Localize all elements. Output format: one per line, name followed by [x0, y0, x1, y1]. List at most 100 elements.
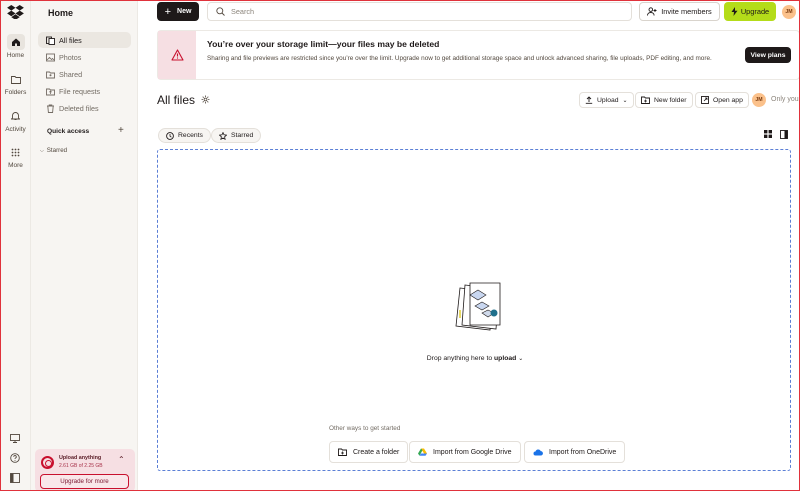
dropbox-logo-icon[interactable]	[7, 5, 24, 19]
invite-members-label: Invite members	[661, 7, 712, 16]
warning-icon	[170, 49, 184, 61]
external-link-icon	[701, 96, 709, 104]
dropzone-prefix: Drop anything here to	[426, 355, 493, 362]
new-button-label: New	[177, 8, 192, 15]
create-folder-label: Create a folder	[353, 448, 400, 456]
rail-item-home[interactable]: Home	[0, 34, 31, 59]
sidebar-item-label: Photos	[59, 52, 82, 62]
storage-limit-banner: You’re over your storage limit—your file…	[157, 30, 800, 80]
banner-body: Sharing and file previews are restricted…	[207, 55, 712, 62]
rail-item-label: More	[8, 162, 23, 169]
new-folder-icon	[338, 448, 347, 456]
nav-rail: Home Folders Activity More	[0, 0, 31, 491]
upload-dropzone[interactable]: Drop anything here to upload ⌄ Other way…	[157, 149, 791, 471]
add-person-icon	[647, 7, 657, 16]
open-app-button[interactable]: Open app	[695, 92, 749, 108]
other-ways-heading: Other ways to get started	[329, 425, 401, 432]
files-illustration-icon	[455, 282, 501, 331]
chevron-down-icon: ⌄	[622, 97, 628, 104]
rail-item-label: Activity	[5, 126, 26, 133]
create-folder-button[interactable]: Create a folder	[329, 441, 409, 463]
page-title: All files	[157, 93, 196, 107]
dropzone-text: Drop anything here to upload ⌄	[158, 355, 792, 362]
upgrade-card-title: Upload anything	[59, 455, 102, 461]
import-onedrive-label: Import from OneDrive	[549, 448, 617, 456]
grid-view-icon[interactable]	[762, 128, 774, 140]
search-input[interactable]	[231, 7, 611, 16]
chevron-down-icon: ⌄	[518, 356, 524, 362]
upload-icon	[585, 96, 593, 104]
banner-title: You’re over your storage limit—your file…	[207, 39, 440, 49]
sidebar-item-all-files[interactable]: All files	[38, 32, 131, 48]
upload-button[interactable]: Upload ⌄	[579, 92, 634, 108]
photo-icon	[45, 52, 55, 62]
import-onedrive-button[interactable]: Import from OneDrive	[524, 441, 626, 463]
home-icon	[6, 34, 25, 50]
sidebar-item-label: File requests	[59, 86, 101, 96]
upload-label: Upload	[597, 96, 619, 104]
quick-access-heading: Quick access	[47, 128, 90, 135]
sharing-status: Only you	[771, 96, 799, 103]
storage-usage-icon	[41, 456, 54, 469]
add-quick-access-icon[interactable]: +	[118, 125, 124, 136]
chevron-up-icon[interactable]: ⌃	[118, 455, 125, 464]
clock-icon	[166, 131, 174, 140]
tab-label: Recents	[178, 132, 203, 139]
plus-icon: +	[164, 5, 172, 18]
search-icon	[216, 7, 225, 16]
new-button[interactable]: + New	[157, 2, 199, 21]
files-icon	[45, 35, 55, 45]
info-panel-icon[interactable]	[778, 128, 790, 140]
gear-icon[interactable]	[201, 95, 210, 104]
account-avatar[interactable]: JM	[782, 5, 796, 19]
sidebar-item-label: All files	[59, 35, 82, 45]
sidebar-item-photos[interactable]: Photos	[38, 49, 131, 65]
rail-item-label: Home	[6, 52, 25, 59]
view-plans-button[interactable]: View plans	[745, 47, 791, 63]
shared-icon	[45, 69, 55, 79]
search-bar[interactable]	[207, 2, 632, 21]
rail-item-activity[interactable]: Activity	[0, 108, 31, 133]
upgrade-card: Upload anything 2.61 GB of 2.25 GB ⌃ Upg…	[35, 449, 135, 491]
trash-icon	[45, 103, 55, 113]
storage-usage-text: 2.61 GB of 2.25 GB	[59, 463, 103, 469]
new-folder-label: New folder	[654, 96, 687, 104]
folder-icon	[7, 71, 25, 87]
grid-icon	[7, 144, 25, 160]
import-google-drive-button[interactable]: Import from Google Drive	[409, 441, 521, 463]
help-icon[interactable]	[8, 451, 22, 465]
desktop-app-icon[interactable]	[8, 431, 22, 445]
rail-item-more[interactable]: More	[0, 144, 31, 169]
bell-icon	[7, 108, 25, 124]
import-google-drive-label: Import from Google Drive	[433, 448, 512, 456]
sidebar-title: Home	[48, 8, 74, 18]
sidebar-item-deleted-files[interactable]: Deleted files	[38, 100, 131, 116]
star-icon	[219, 131, 227, 140]
member-avatar[interactable]: JM	[752, 93, 766, 107]
collapse-sidebar-icon[interactable]	[8, 471, 22, 485]
file-request-icon	[45, 86, 55, 96]
new-folder-icon	[641, 96, 650, 104]
invite-members-button[interactable]: Invite members	[639, 2, 720, 21]
upgrade-label: Upgrade	[740, 7, 770, 16]
sidebar-item-file-requests[interactable]: File requests	[38, 83, 131, 99]
tab-starred[interactable]: Starred	[211, 128, 262, 143]
tab-label: Starred	[231, 132, 254, 139]
tab-recents[interactable]: Recents	[158, 128, 211, 143]
banner-icon-area	[158, 31, 196, 79]
rail-item-folders[interactable]: Folders	[0, 71, 31, 96]
sidebar-item-shared[interactable]: Shared	[38, 66, 131, 82]
dropzone-upload-link[interactable]: upload	[494, 355, 516, 362]
chevron-down-icon: ⌵	[40, 148, 44, 154]
onedrive-icon	[533, 449, 543, 456]
upgrade-button[interactable]: Upgrade	[724, 2, 776, 21]
starred-label: Starred	[46, 147, 68, 154]
google-drive-icon	[418, 448, 427, 456]
sidebar-item-label: Shared	[59, 69, 83, 79]
sidebar: Home All files Photos Shared File reques…	[31, 0, 138, 491]
upgrade-for-more-button[interactable]: Upgrade for more	[40, 474, 129, 489]
rail-item-label: Folders	[4, 89, 27, 96]
new-folder-button[interactable]: New folder	[635, 92, 693, 108]
starred-section-toggle[interactable]: ⌵ Starred	[40, 147, 67, 154]
sidebar-item-label: Deleted files	[59, 103, 99, 113]
